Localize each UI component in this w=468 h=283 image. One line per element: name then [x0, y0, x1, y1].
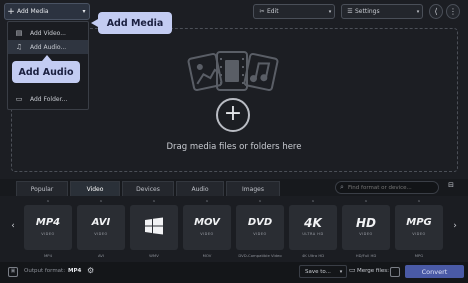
chevron-down-icon[interactable]: ▾	[79, 8, 89, 15]
search-icon: ⌕	[340, 183, 344, 191]
settings-button[interactable]: ☰ Settings ▾	[341, 4, 423, 19]
add-media-callout: Add Media	[91, 12, 172, 34]
format-card-dvd[interactable]: ⌃ DVD VIDEO	[236, 200, 284, 250]
format-logo-sub: ULTRA HD	[302, 232, 324, 236]
settings-label: Settings	[355, 8, 380, 15]
format-label: MP4	[44, 253, 52, 258]
chevron-up-icon: ⌃	[310, 200, 316, 206]
format-label: MOV	[202, 253, 212, 258]
edit-button[interactable]: ✂ Edit ▾	[253, 4, 335, 19]
format-card-4k[interactable]: ⌃ 4K ULTRA HD	[289, 200, 337, 250]
merge-files-checkbox[interactable]	[390, 267, 400, 277]
music-icon: ♫	[15, 43, 23, 51]
drop-hint: Drag media files or folders here	[166, 142, 302, 152]
output-format-icon: ▣	[8, 267, 18, 277]
chevron-up-icon: ⌃	[98, 200, 104, 206]
folder-icon: ▭	[15, 95, 23, 103]
chevron-down-icon: ▾	[339, 268, 343, 275]
chevron-right-icon: ›	[453, 221, 457, 231]
chevron-down-icon: ▾	[328, 8, 332, 15]
chevron-left-icon: ‹	[11, 221, 15, 231]
format-logo: 4K	[304, 216, 322, 230]
more-vertical-icon: ⋮	[449, 7, 457, 16]
chevron-up-icon: ⌃	[204, 200, 210, 206]
menu-item-add-video[interactable]: ▤ Add Video...	[8, 26, 88, 40]
format-logo: AVI	[91, 217, 111, 228]
plus-icon: +	[7, 6, 15, 17]
format-card-wmv[interactable]: ⌃	[130, 200, 178, 250]
edit-tools-icon: ✂	[259, 8, 265, 15]
format-search-input[interactable]	[348, 184, 434, 191]
chevron-up-icon: ⌃	[151, 200, 157, 206]
output-format-label: Output format:	[24, 268, 66, 274]
media-types-illustration	[187, 51, 279, 92]
merge-files-label: Merge files:	[357, 268, 390, 274]
add-audio-callout: Add Audio	[12, 55, 80, 83]
format-label: AVI	[97, 253, 105, 258]
gear-icon[interactable]: ⚙	[87, 266, 94, 275]
format-logo: DVD	[247, 217, 273, 228]
format-label: DVD-Compatible Video	[238, 253, 282, 258]
format-label: MPG	[414, 253, 424, 258]
add-media-button[interactable]: + Add Media ▾	[4, 3, 90, 20]
callout-text: Add Audio	[18, 66, 74, 78]
chevron-up-icon: ⌃	[363, 200, 369, 206]
menu-item-label: Add Video...	[30, 29, 66, 37]
tab-popular[interactable]: Popular	[16, 181, 68, 196]
tab-devices[interactable]: Devices	[122, 181, 174, 196]
menu-item-label: Add Audio...	[30, 43, 67, 51]
output-format-value: MP4	[68, 268, 82, 274]
tab-video[interactable]: Video	[70, 181, 120, 196]
format-card-avi[interactable]: ⌃ AVI VIDEO	[77, 200, 125, 250]
format-logo: MOV	[194, 217, 220, 228]
scroll-left-button[interactable]: ‹	[8, 221, 18, 237]
add-files-button[interactable]: +	[216, 98, 250, 132]
menu-item-label: Add Folder...	[30, 95, 68, 103]
format-card-mpg[interactable]: ⌃ MPG VIDEO	[395, 200, 443, 250]
format-card-hd[interactable]: ⌃ HD VIDEO	[342, 200, 390, 250]
save-to-label: Save to...	[305, 268, 331, 275]
save-to-button[interactable]: Save to... ▾	[299, 265, 347, 278]
chevron-up-icon: ⌃	[257, 200, 263, 206]
settings-icon: ☰	[347, 8, 353, 15]
format-logo-sub: VIDEO	[253, 232, 267, 236]
format-search[interactable]: ⌕	[335, 181, 439, 194]
tab-images[interactable]: Images	[226, 181, 280, 196]
format-label: WMV	[149, 253, 159, 258]
scroll-right-button[interactable]: ›	[450, 221, 460, 237]
callout-text: Add Media	[106, 17, 164, 29]
format-label: HD/Full HD	[355, 253, 377, 258]
add-media-label: Add Media	[17, 8, 49, 15]
format-logo: MP4	[35, 217, 61, 228]
tab-audio[interactable]: Audio	[176, 181, 224, 196]
chevron-up-icon: ⌃	[416, 200, 422, 206]
edit-label: Edit	[267, 8, 279, 15]
music-icon	[243, 52, 279, 92]
format-card-mov[interactable]: ⌃ MOV VIDEO	[183, 200, 231, 250]
share-button[interactable]: ⟨	[429, 4, 443, 19]
convert-button[interactable]: Convert	[405, 265, 464, 278]
format-card-mp4[interactable]: ⌃ MP4 VIDEO	[24, 200, 72, 250]
chevron-down-icon: ▾	[416, 8, 420, 15]
format-logo-sub: VIDEO	[359, 232, 373, 236]
windows-logo-icon	[145, 217, 163, 235]
chevron-up-icon: ⌃	[45, 200, 51, 206]
plus-icon: +	[223, 101, 243, 126]
collapse-panel-button[interactable]: ⊟	[444, 181, 458, 194]
menu-item-add-audio[interactable]: ♫ Add Audio...	[8, 40, 88, 54]
format-label: 4K Ultra HD	[301, 253, 325, 258]
open-folder-icon[interactable]: ▭	[349, 266, 356, 274]
format-logo: HD	[355, 216, 376, 230]
more-button[interactable]: ⋮	[446, 4, 460, 19]
format-logo-sub: VIDEO	[41, 232, 55, 236]
format-logo: MPG	[406, 217, 432, 228]
format-logo-sub: VIDEO	[94, 232, 108, 236]
format-logo-sub: VIDEO	[412, 232, 426, 236]
film-icon: ▤	[15, 29, 23, 37]
share-icon: ⟨	[434, 7, 438, 16]
format-logo-sub: VIDEO	[200, 232, 214, 236]
collapse-icon: ⊟	[448, 181, 454, 189]
menu-item-add-folder[interactable]: ▭ Add Folder...	[8, 92, 88, 106]
